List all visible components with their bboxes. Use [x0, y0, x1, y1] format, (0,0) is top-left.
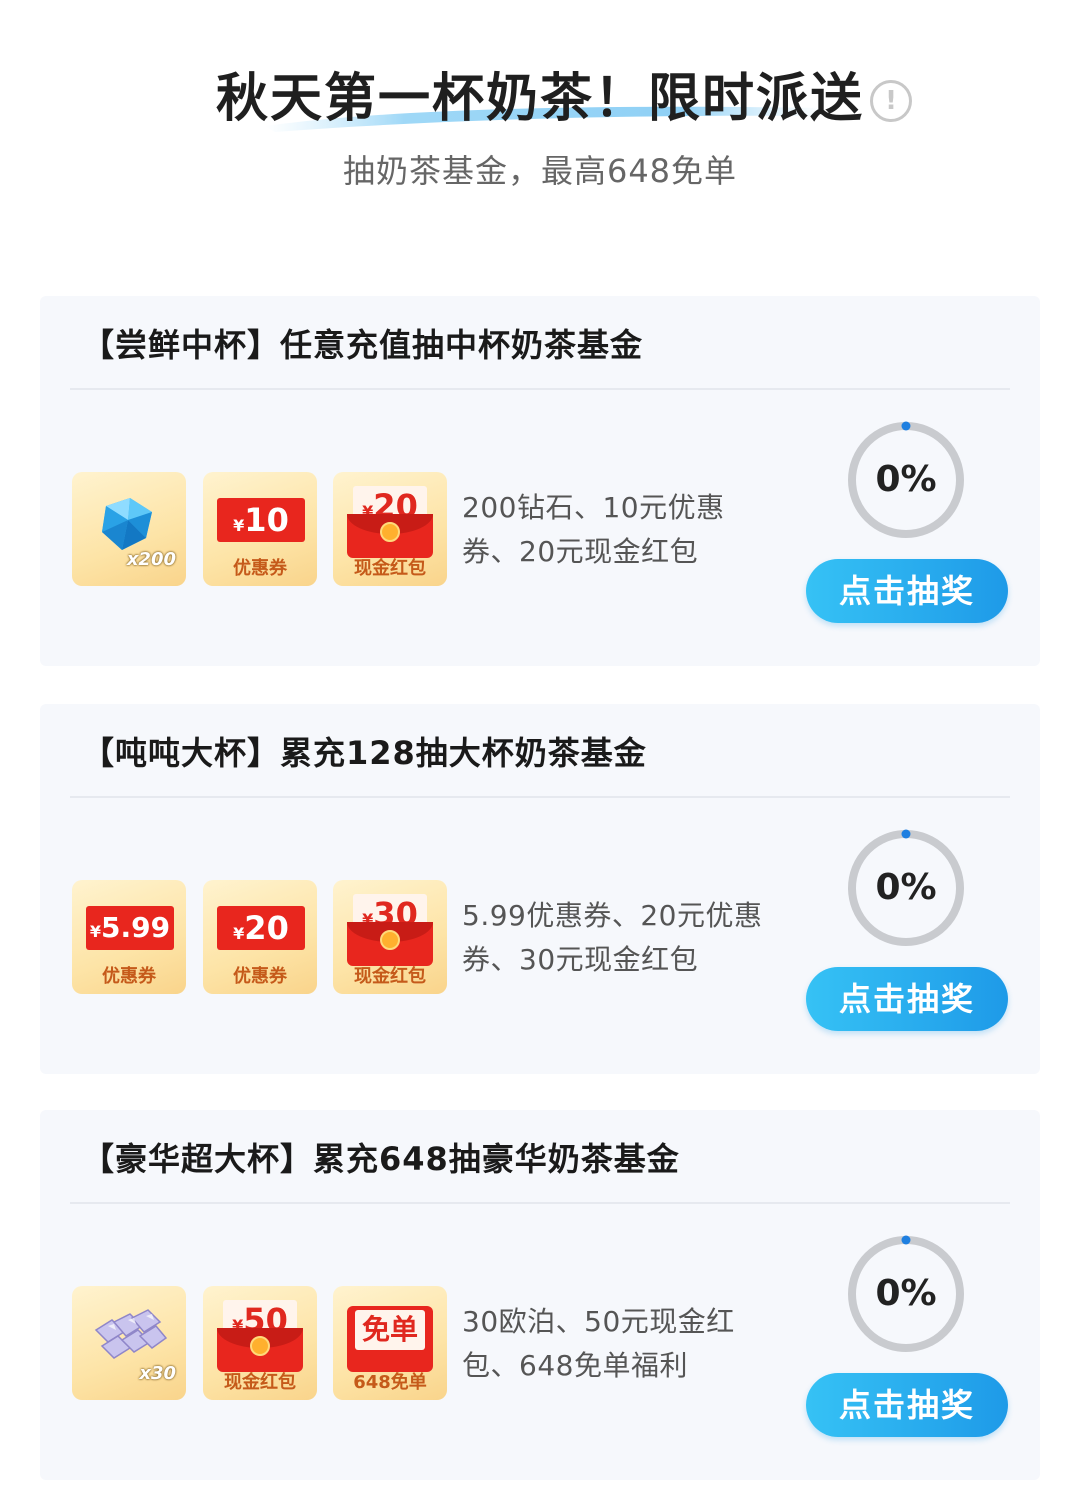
tier-card-luxury: 【豪华超大杯】累充648抽豪华奶茶基金 x30 ¥50 现金红包 免单 648免…: [40, 1110, 1040, 1480]
divider: [70, 1202, 1010, 1204]
prize-label: 优惠券: [233, 558, 287, 579]
prize-description: 200钻石、10元优惠券、20元现金红包: [462, 491, 725, 568]
coupon-icon: ¥20: [217, 906, 305, 950]
info-icon[interactable]: !: [870, 80, 912, 122]
prize-count: x30: [139, 1363, 176, 1384]
currency-symbol: ¥: [233, 516, 245, 535]
card-title: 【尝鲜中杯】任意充值抽中杯奶茶基金: [82, 326, 644, 364]
free-order-icon: 免单: [347, 1300, 433, 1372]
tier-card-medium: 【尝鲜中杯】任意充值抽中杯奶茶基金 x200 ¥10 优惠券 ¥20 现金红包 …: [40, 296, 1040, 666]
prize-diamond: x200: [72, 472, 186, 586]
page-subtitle: 抽奶茶基金，最高648免单: [342, 152, 738, 190]
card-title: 【豪华超大杯】累充648抽豪华奶茶基金: [82, 1140, 680, 1178]
free-order-text: 免单: [361, 1313, 418, 1346]
red-envelope-icon: ¥30: [347, 894, 433, 966]
prize-red-envelope: ¥30 现金红包: [333, 880, 447, 994]
draw-button[interactable]: 点击抽奖: [806, 559, 1008, 623]
draw-button[interactable]: 点击抽奖: [806, 1373, 1008, 1437]
prize-description: 5.99优惠券、20元优惠券、30元现金红包: [462, 899, 763, 976]
prize-red-envelope: ¥50 现金红包: [203, 1286, 317, 1400]
prize-crystal: x30: [72, 1286, 186, 1400]
prize-coupon: ¥10 优惠券: [203, 472, 317, 586]
page-title: 秋天第一杯奶茶！限时派送: [215, 69, 864, 129]
red-envelope-icon: ¥50: [217, 1300, 303, 1372]
coupon-amount: 20: [244, 909, 289, 947]
coupon-amount: 5.99: [101, 911, 171, 944]
coupon-amount: 10: [244, 501, 289, 539]
prize-free-order: 免单 648免单: [333, 1286, 447, 1400]
prize-label: 现金红包: [354, 558, 426, 579]
prize-count: x200: [126, 549, 176, 570]
prize-label: 优惠券: [102, 966, 156, 987]
coupon-icon: ¥5.99: [86, 906, 174, 950]
prize-description: 30欧泊、50元现金红包、648免单福利: [462, 1305, 735, 1382]
prize-label: 现金红包: [224, 1372, 296, 1393]
coupon-icon: ¥10: [217, 498, 305, 542]
red-envelope-icon: ¥20: [347, 486, 433, 558]
divider: [70, 388, 1010, 390]
prize-label: 现金红包: [354, 966, 426, 987]
card-title: 【吨吨大杯】累充128抽大杯奶茶基金: [82, 734, 647, 772]
progress-percent: 0%: [875, 459, 937, 500]
prize-coupon: ¥5.99 优惠券: [72, 880, 186, 994]
tier-card-large: 【吨吨大杯】累充128抽大杯奶茶基金 ¥5.99 优惠券 ¥20 优惠券 ¥30…: [40, 704, 1040, 1074]
divider: [70, 796, 1010, 798]
currency-symbol: ¥: [233, 924, 245, 943]
prize-coupon: ¥20 优惠券: [203, 880, 317, 994]
progress-percent: 0%: [875, 867, 937, 908]
prize-red-envelope: ¥20 现金红包: [333, 472, 447, 586]
page-header: 秋天第一杯奶茶！限时派送 ! 抽奶茶基金，最高648免单: [0, 0, 1080, 230]
prize-label: 648免单: [353, 1372, 427, 1393]
prize-label: 优惠券: [233, 966, 287, 987]
draw-button[interactable]: 点击抽奖: [806, 967, 1008, 1031]
progress-percent: 0%: [875, 1273, 937, 1314]
currency-symbol: ¥: [89, 922, 102, 941]
